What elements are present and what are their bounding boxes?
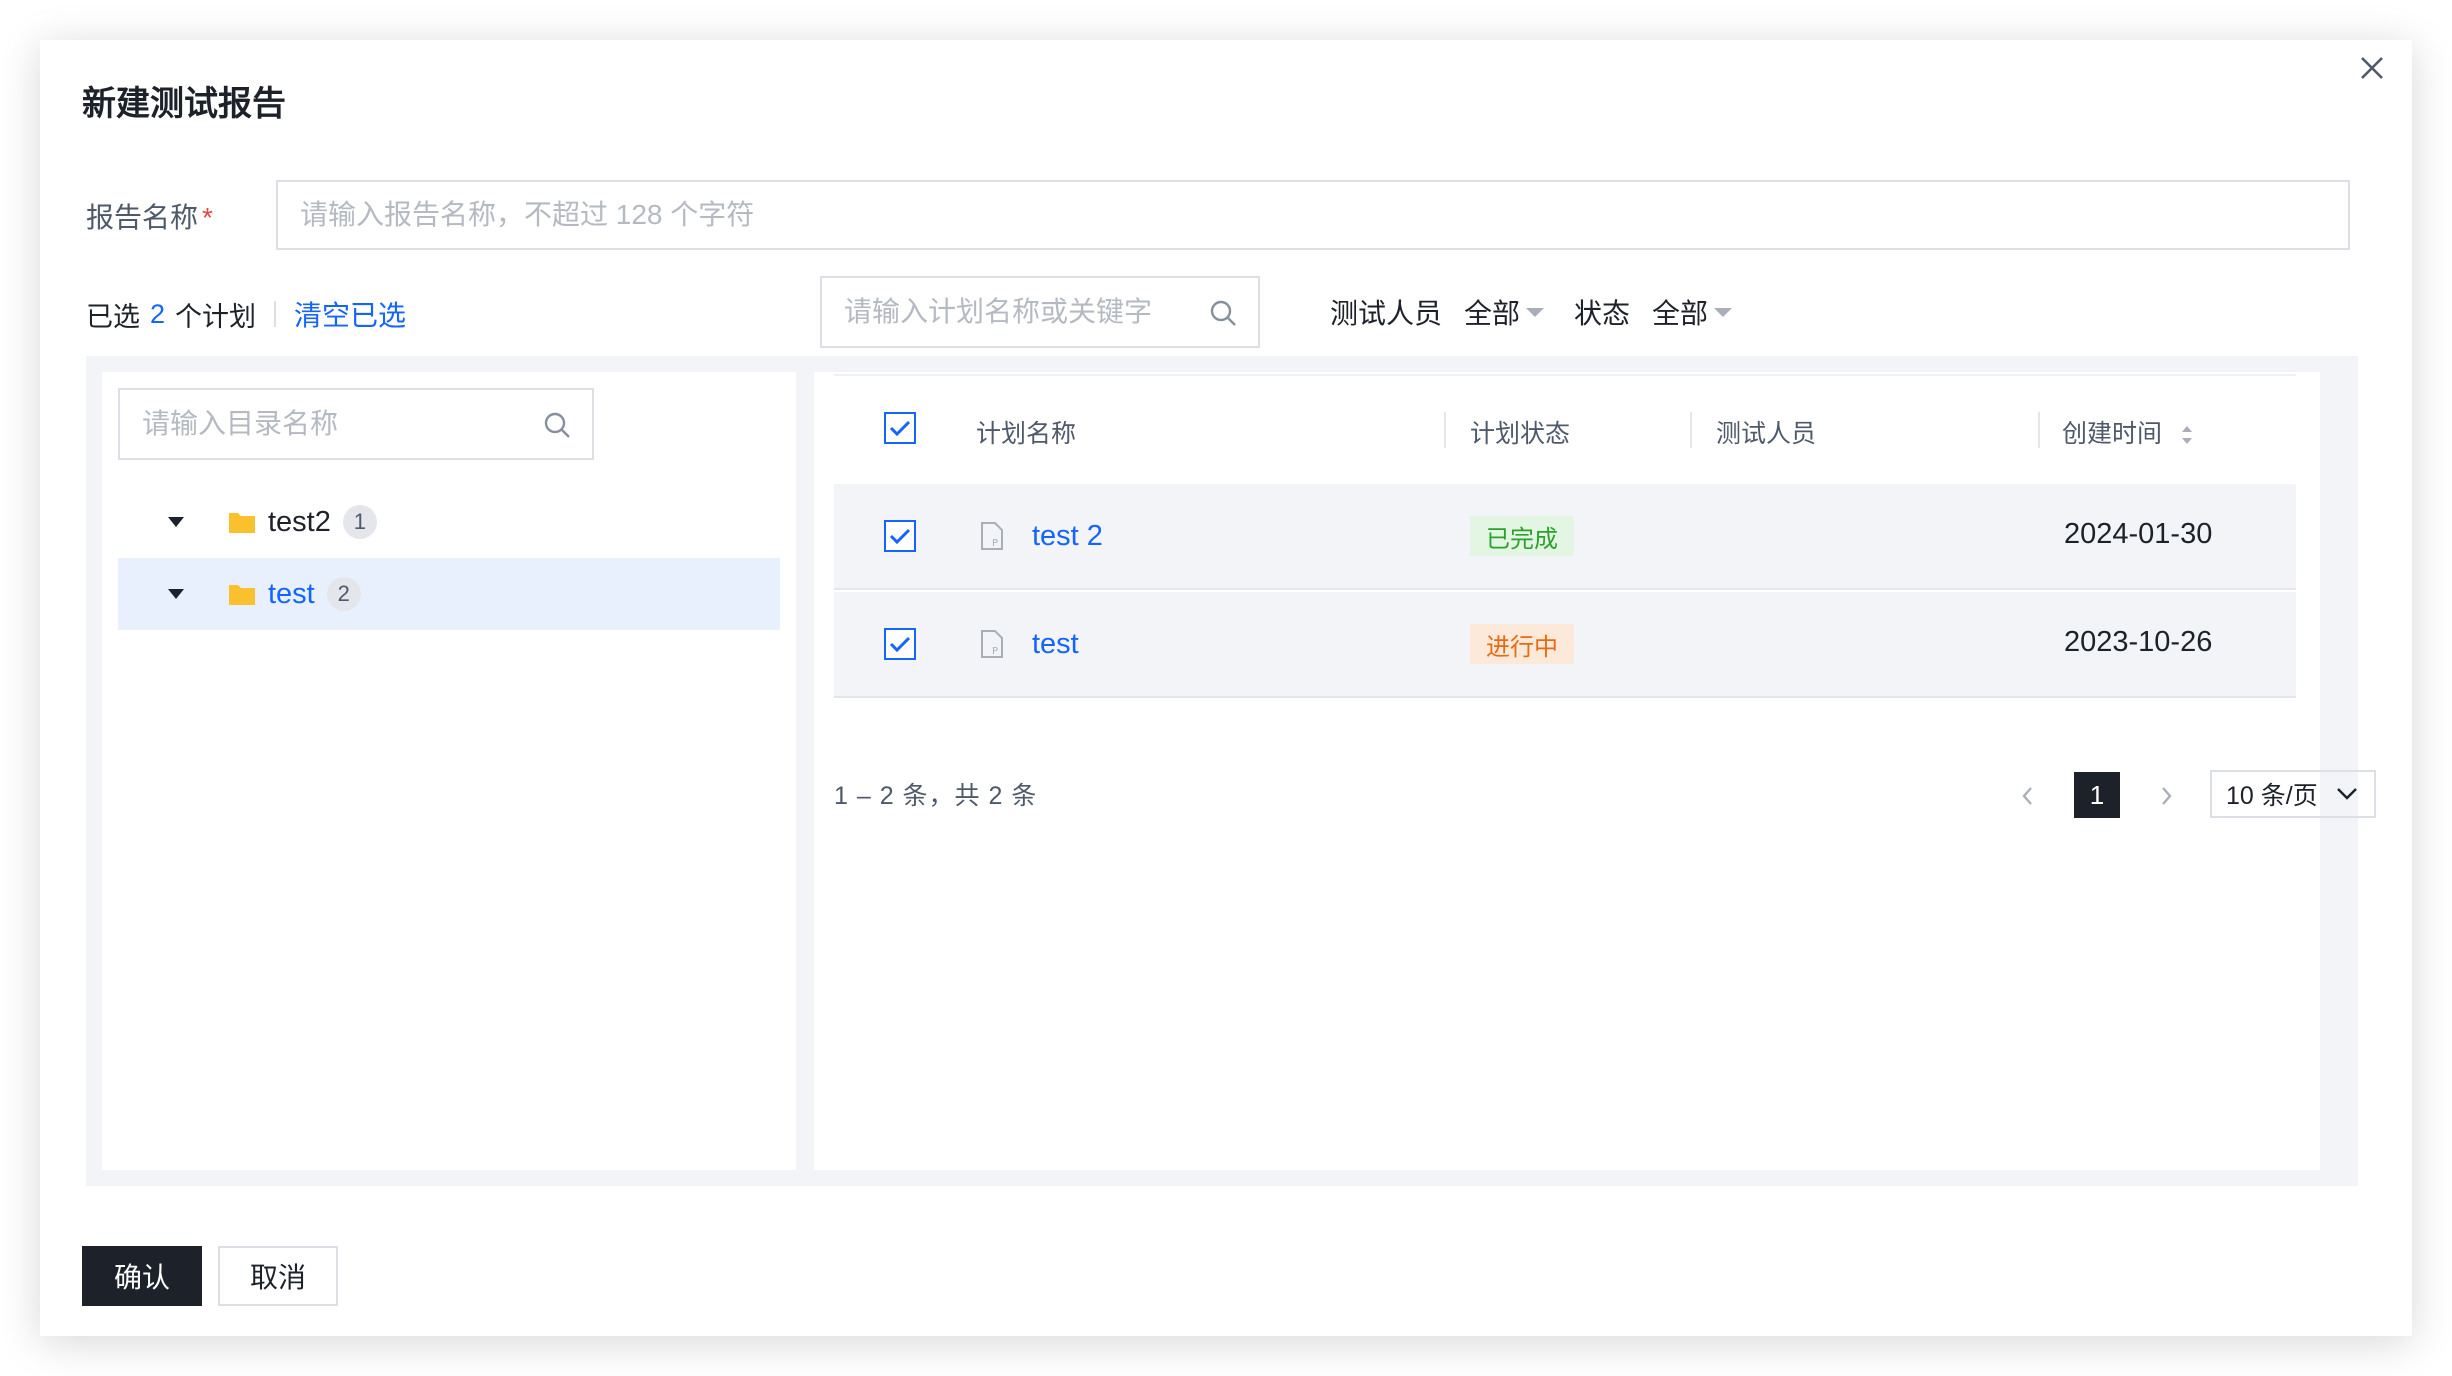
tree-node-label: test: [268, 577, 315, 610]
chevron-down-icon: [2337, 788, 2357, 800]
confirm-button[interactable]: 确认: [82, 1246, 202, 1306]
column-divider: [1444, 412, 1446, 448]
column-header-plan-status: 计划状态: [1470, 420, 1571, 448]
selection-count: 2: [150, 298, 166, 329]
pagination-current-page[interactable]: 1: [2074, 772, 2120, 818]
column-divider: [1690, 412, 1692, 448]
tree-node-label: test2: [268, 505, 331, 538]
clear-selection-link[interactable]: 清空已选: [294, 294, 406, 334]
sort-icon[interactable]: [2179, 421, 2195, 449]
plan-search-box: [820, 276, 1260, 348]
column-header-plan-name: 计划名称: [976, 420, 1077, 448]
tree-node-test[interactable]: test 2: [118, 558, 780, 630]
chevron-right-icon[interactable]: [2156, 782, 2176, 810]
selection-summary: 已选 2 个计划 清空已选: [86, 294, 406, 334]
table-header: 计划名称 计划状态 测试人员 创建时间: [834, 374, 2296, 482]
dialog-title: 新建测试报告: [82, 85, 286, 123]
create-report-dialog: 新建测试报告 报告名称* 已选 2 个计划 清空已选 测试人员 全部 状态 全部: [40, 40, 2412, 1336]
selection-suffix: 个计划: [175, 301, 257, 332]
status-filter-value[interactable]: 全部: [1652, 292, 1708, 332]
plan-file-icon: P: [981, 630, 1003, 658]
caret-down-icon[interactable]: [168, 517, 184, 527]
svg-text:P: P: [992, 538, 998, 549]
tree-node-count-badge: 1: [342, 505, 377, 539]
created-date: 2023-10-26: [2064, 626, 2213, 658]
pagination-total: 1 – 2 条，共 2 条: [834, 782, 1038, 810]
column-header-created-time-text: 创建时间: [2062, 420, 2163, 448]
status-badge: 进行中: [1470, 624, 1574, 664]
selection-divider: [274, 301, 277, 327]
directory-search-input[interactable]: [120, 390, 520, 458]
report-name-label-text: 报告名称: [86, 202, 199, 233]
caret-down-icon[interactable]: [168, 589, 184, 599]
column-divider: [2038, 412, 2040, 448]
column-header-tester: 测试人员: [1716, 420, 1817, 448]
plan-table-panel: 计划名称 计划状态 测试人员 创建时间 P test 2 已完成 2024-01…: [814, 372, 2376, 1170]
report-name-label: 报告名称 *: [86, 196, 213, 236]
caret-down-icon: [1526, 307, 1545, 317]
tree-node-test2[interactable]: test2 1: [118, 486, 780, 558]
caret-down-icon: [1714, 307, 1733, 317]
plan-name-link[interactable]: test: [1032, 628, 1079, 661]
chevron-left-icon[interactable]: [2018, 782, 2038, 810]
table-row[interactable]: P test 2 已完成 2024-01-30: [834, 484, 2296, 590]
select-all-checkbox[interactable]: [884, 412, 916, 444]
page-size-select[interactable]: 10 条/页: [2210, 770, 2376, 818]
svg-text:P: P: [992, 646, 998, 657]
plan-name-link[interactable]: test 2: [1032, 520, 1103, 553]
row-checkbox[interactable]: [884, 628, 916, 660]
report-name-input[interactable]: [276, 180, 2350, 250]
status-filter-label: 状态: [1574, 298, 1631, 329]
tester-filter-value[interactable]: 全部: [1464, 292, 1520, 332]
row-checkbox[interactable]: [884, 520, 916, 552]
check-icon: [889, 420, 911, 437]
required-mark: *: [202, 202, 213, 233]
created-date: 2024-01-30: [2064, 518, 2213, 550]
search-icon[interactable]: [1208, 298, 1238, 328]
page-size-value: 10 条/页: [2226, 782, 2318, 810]
folder-icon: [229, 585, 255, 605]
tester-filter-label: 测试人员: [1330, 298, 1443, 329]
status-badge: 已完成: [1470, 516, 1574, 556]
status-filter[interactable]: 状态 全部: [1574, 292, 1733, 332]
folder-icon: [229, 513, 255, 533]
column-header-created-time[interactable]: 创建时间: [2062, 414, 2195, 450]
check-icon: [889, 636, 911, 653]
selection-prefix: 已选: [86, 301, 140, 332]
search-icon[interactable]: [542, 410, 572, 440]
tree-search-box: [118, 388, 594, 460]
tree-node-count-badge: 2: [326, 577, 361, 611]
cancel-button[interactable]: 取消: [218, 1246, 338, 1306]
check-icon: [889, 528, 911, 545]
plan-search-input[interactable]: [822, 278, 1192, 346]
close-icon[interactable]: [2348, 44, 2396, 92]
plan-file-icon: P: [981, 522, 1003, 550]
tester-filter[interactable]: 测试人员 全部: [1330, 292, 1545, 332]
directory-tree-panel: test2 1 test 2: [102, 372, 796, 1170]
table-row[interactable]: P test 进行中 2023-10-26: [834, 592, 2296, 698]
